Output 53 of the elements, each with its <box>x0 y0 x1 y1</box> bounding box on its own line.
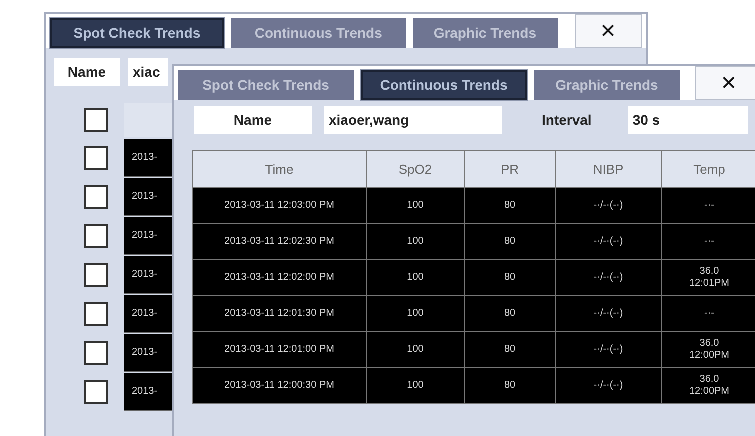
column-header: Temp <box>662 151 755 187</box>
table-cell: 80 <box>465 260 555 295</box>
column-header: PR <box>465 151 555 187</box>
table-cell: 100 <box>367 188 464 223</box>
tab[interactable]: Continuous Trends <box>361 70 527 100</box>
name-field[interactable]: xiaoer,wang <box>324 106 502 134</box>
table-cell: 2013-03-11 12:01:00 PM <box>193 332 366 367</box>
name-field[interactable]: xiac <box>128 58 168 86</box>
checkbox[interactable] <box>84 224 108 248</box>
close-button[interactable]: ✕ <box>574 14 642 48</box>
table-cell: 2013-03-11 12:01:30 PM <box>193 296 366 331</box>
checkbox[interactable] <box>84 340 108 364</box>
table-cell: 80 <box>465 296 555 331</box>
table-cell: 2013-03-11 12:02:00 PM <box>193 260 366 295</box>
checkbox[interactable] <box>84 262 108 286</box>
name-label: Name <box>194 106 312 134</box>
checkbox[interactable] <box>84 380 108 404</box>
table-cell: -·- <box>662 224 755 259</box>
column-header: Time <box>193 151 366 187</box>
table-cell: 100 <box>367 368 464 403</box>
table-cell: 80 <box>465 368 555 403</box>
table-cell: 80 <box>465 332 555 367</box>
table-cell: 2013-03-11 12:02:30 PM <box>193 224 366 259</box>
checkbox[interactable] <box>84 184 108 208</box>
table-cell: 100 <box>367 224 464 259</box>
name-label: Name <box>54 58 120 86</box>
interval-field[interactable]: 30 s <box>628 106 748 134</box>
table-cell: -·/-·(-·) <box>556 188 661 223</box>
table-cell: 80 <box>465 188 555 223</box>
table-cell: -·/-·(-·) <box>556 296 661 331</box>
column-header: SpO2 <box>367 151 464 187</box>
interval-label: Interval <box>542 112 592 128</box>
table-cell: 2013-03-11 12:03:00 PM <box>193 188 366 223</box>
column-header: NIBP <box>556 151 661 187</box>
table-cell: 100 <box>367 296 464 331</box>
table-cell: -·- <box>662 188 755 223</box>
table-cell: 80 <box>465 224 555 259</box>
table-cell: 2013-03-11 12:00:30 PM <box>193 368 366 403</box>
close-button[interactable]: ✕ <box>695 66 755 100</box>
table-cell: -·/-·(-·) <box>556 368 661 403</box>
checkbox[interactable] <box>84 146 108 170</box>
table-cell: -·/-·(-·) <box>556 224 661 259</box>
table-cell: 36.0 12:00PM <box>662 368 755 403</box>
table-cell: -·/-·(-·) <box>556 332 661 367</box>
tab[interactable]: Spot Check Trends <box>50 18 224 48</box>
table-cell: 100 <box>367 260 464 295</box>
table-cell: 100 <box>367 332 464 367</box>
table-cell: 36.0 12:00PM <box>662 332 755 367</box>
table-cell: 36.0 12:01PM <box>662 260 755 295</box>
table-cell: -·- <box>662 296 755 331</box>
table-cell: -·/-·(-·) <box>556 260 661 295</box>
checkbox[interactable] <box>84 108 108 132</box>
checkbox[interactable] <box>84 302 108 326</box>
